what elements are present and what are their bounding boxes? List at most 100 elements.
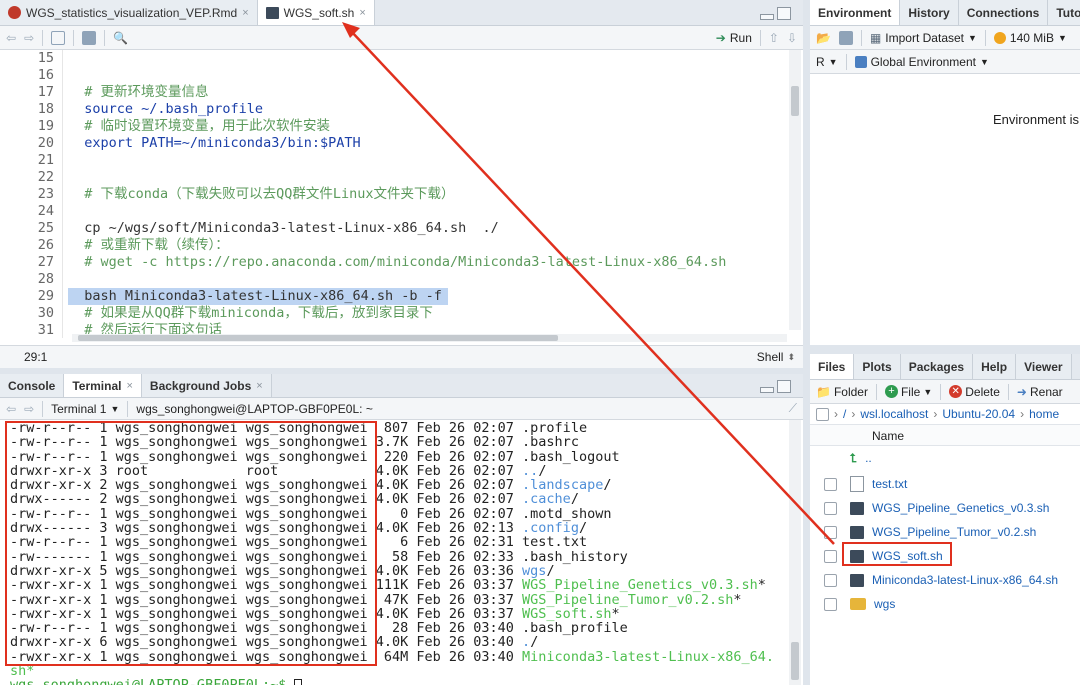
file-checkbox[interactable]: [824, 525, 837, 539]
code-line[interactable]: # 或重新下载（续传）：: [68, 237, 783, 254]
chevron-down-icon: ▼: [979, 56, 989, 67]
broom-icon[interactable]: ⟋: [789, 401, 797, 416]
maximize-icon[interactable]: [777, 7, 791, 20]
save-icon[interactable]: [838, 30, 853, 45]
chevron-right-icon: ›: [834, 407, 838, 421]
file-row[interactable]: WGS_Pipeline_Tumor_v0.2.sh: [810, 520, 1080, 544]
code-area[interactable]: 151617181920212223242526272829303132 # 更…: [0, 50, 803, 338]
minimize-icon[interactable]: [760, 13, 774, 20]
file-row[interactable]: Miniconda3-latest-Linux-x86_64.sh: [810, 568, 1080, 592]
tab-plots[interactable]: Plots: [854, 354, 901, 379]
file-row[interactable]: wgs: [810, 592, 1080, 616]
file-checkbox[interactable]: [824, 549, 837, 563]
save-icon[interactable]: [82, 30, 97, 45]
breadcrumb-item[interactable]: home: [1029, 407, 1059, 421]
terminal-vertical-scrollbar[interactable]: [789, 420, 801, 685]
show-in-window-icon[interactable]: [51, 30, 66, 45]
close-icon[interactable]: ×: [126, 380, 132, 392]
up-arrow-icon[interactable]: ⇧: [769, 31, 779, 45]
tab-history[interactable]: History: [900, 0, 959, 25]
file-row-up[interactable]: ⮤ ..: [810, 446, 1080, 470]
editor-tab-shell[interactable]: WGS_soft.sh ×: [257, 0, 375, 25]
search-icon[interactable]: 🔍: [113, 31, 128, 45]
file-checkbox[interactable]: [824, 477, 837, 491]
code-line[interactable]: [68, 203, 783, 220]
close-icon[interactable]: ×: [256, 380, 262, 392]
memory-label: 140 MiB: [1009, 30, 1054, 45]
file-name[interactable]: test.txt: [872, 477, 907, 491]
file-checkbox[interactable]: [824, 501, 837, 515]
open-folder-icon[interactable]: 📂: [816, 31, 831, 45]
scrollbar-thumb[interactable]: [791, 642, 799, 680]
column-name-header[interactable]: Name: [872, 429, 904, 443]
select-all-checkbox[interactable]: [816, 407, 829, 421]
file-name[interactable]: ..: [865, 451, 872, 465]
terminal-selector[interactable]: Terminal 1 ▼: [51, 402, 119, 416]
code-line[interactable]: [68, 271, 783, 288]
editor-vertical-scrollbar[interactable]: [789, 50, 801, 330]
code-line[interactable]: [68, 169, 783, 186]
scrollbar-thumb[interactable]: [791, 86, 799, 116]
down-arrow-icon[interactable]: ⇩: [787, 31, 797, 45]
code-line[interactable]: [68, 67, 783, 84]
tab-files[interactable]: Files: [810, 354, 855, 379]
file-name[interactable]: WGS_Pipeline_Genetics_v0.3.sh: [872, 501, 1049, 515]
tab-packages[interactable]: Packages: [900, 354, 974, 379]
delete-button[interactable]: ✕ Delete: [949, 385, 1000, 399]
file-name[interactable]: Miniconda3-latest-Linux-x86_64.sh: [872, 573, 1058, 587]
editor-horizontal-scrollbar[interactable]: [72, 334, 787, 342]
new-file-button[interactable]: + File ▼: [884, 385, 932, 399]
tab-terminal[interactable]: Terminal ×: [64, 374, 142, 397]
toolbar-separator: [860, 29, 862, 46]
tab-tutorial[interactable]: Tuto: [1048, 0, 1080, 25]
code-line[interactable]: # 下载conda（下载失败可以去QQ群文件Linux文件夹下载）: [68, 186, 783, 203]
language-selector[interactable]: R ▼: [816, 55, 838, 69]
tab-label: Help: [981, 359, 1008, 374]
file-checkbox[interactable]: [824, 597, 837, 611]
maximize-icon[interactable]: [777, 380, 791, 393]
code-line[interactable]: # 如果是从QQ群下载miniconda，下载后，放到家目录下: [68, 305, 783, 322]
code-line[interactable]: # wget -c https://repo.anaconda.com/mini…: [68, 254, 783, 271]
file-name[interactable]: wgs: [874, 597, 895, 611]
close-icon[interactable]: ×: [242, 7, 248, 19]
terminal-prompt[interactable]: wgs_songhongwei@LAPTOP-GBF0PE0L:~$: [10, 678, 787, 685]
tab-viewer[interactable]: Viewer: [1016, 354, 1072, 379]
editor-tab-rmd[interactable]: WGS_statistics_visualization_VEP.Rmd ×: [0, 0, 258, 25]
file-name[interactable]: WGS_Pipeline_Tumor_v0.2.sh: [872, 525, 1036, 539]
forward-arrow-icon[interactable]: ⇨: [24, 402, 34, 416]
scope-label: Global Environment: [870, 54, 976, 69]
code-line[interactable]: [68, 50, 783, 67]
file-row[interactable]: test.txt: [810, 472, 1080, 496]
forward-arrow-icon[interactable]: ⇨: [24, 31, 34, 45]
file-row[interactable]: WGS_Pipeline_Genetics_v0.3.sh: [810, 496, 1080, 520]
tab-background-jobs[interactable]: Background Jobs ×: [141, 374, 272, 397]
back-arrow-icon[interactable]: ⇦: [6, 402, 16, 416]
run-button[interactable]: ➔ Run: [716, 31, 752, 45]
code-line[interactable]: cp ~/wgs/soft/Miniconda3-latest-Linux-x8…: [68, 220, 783, 237]
rename-button[interactable]: ➜ Renar: [1017, 385, 1063, 399]
breadcrumb-item[interactable]: Ubuntu-20.04: [942, 407, 1015, 421]
memory-usage[interactable]: 140 MiB ▼: [993, 30, 1067, 45]
code-line[interactable]: [68, 152, 783, 169]
scrollbar-thumb[interactable]: [78, 335, 558, 341]
code-line[interactable]: export PATH=~/miniconda3/bin:$PATH: [68, 135, 783, 152]
code-lines[interactable]: # 更新环境变量信息 source ~/.bash_profile # 临时设置…: [68, 50, 783, 338]
code-line[interactable]: # 更新环境变量信息: [68, 84, 783, 101]
tab-console[interactable]: Console: [0, 374, 65, 397]
back-arrow-icon[interactable]: ⇦: [6, 31, 16, 45]
code-line[interactable]: bash Miniconda3-latest-Linux-x86_64.sh -…: [68, 288, 448, 305]
breadcrumb-item[interactable]: wsl.localhost: [860, 407, 928, 421]
tab-connections[interactable]: Connections: [958, 0, 1049, 25]
minimize-icon[interactable]: [760, 386, 774, 393]
code-line[interactable]: # 临时设置环境变量，用于此次软件安装: [68, 118, 783, 135]
scope-selector[interactable]: Global Environment ▼: [854, 54, 989, 69]
code-line[interactable]: source ~/.bash_profile: [68, 101, 783, 118]
tab-environment[interactable]: Environment: [810, 0, 901, 25]
import-dataset-button[interactable]: ▦ Import Dataset ▼: [870, 31, 977, 45]
filetype-selector[interactable]: Shell ⬍: [757, 350, 795, 364]
file-checkbox[interactable]: [824, 573, 837, 587]
root-slash[interactable]: /: [843, 407, 846, 421]
tab-help[interactable]: Help: [973, 354, 1017, 379]
close-icon[interactable]: ×: [359, 7, 365, 19]
new-folder-button[interactable]: 📁 Folder: [816, 385, 868, 399]
